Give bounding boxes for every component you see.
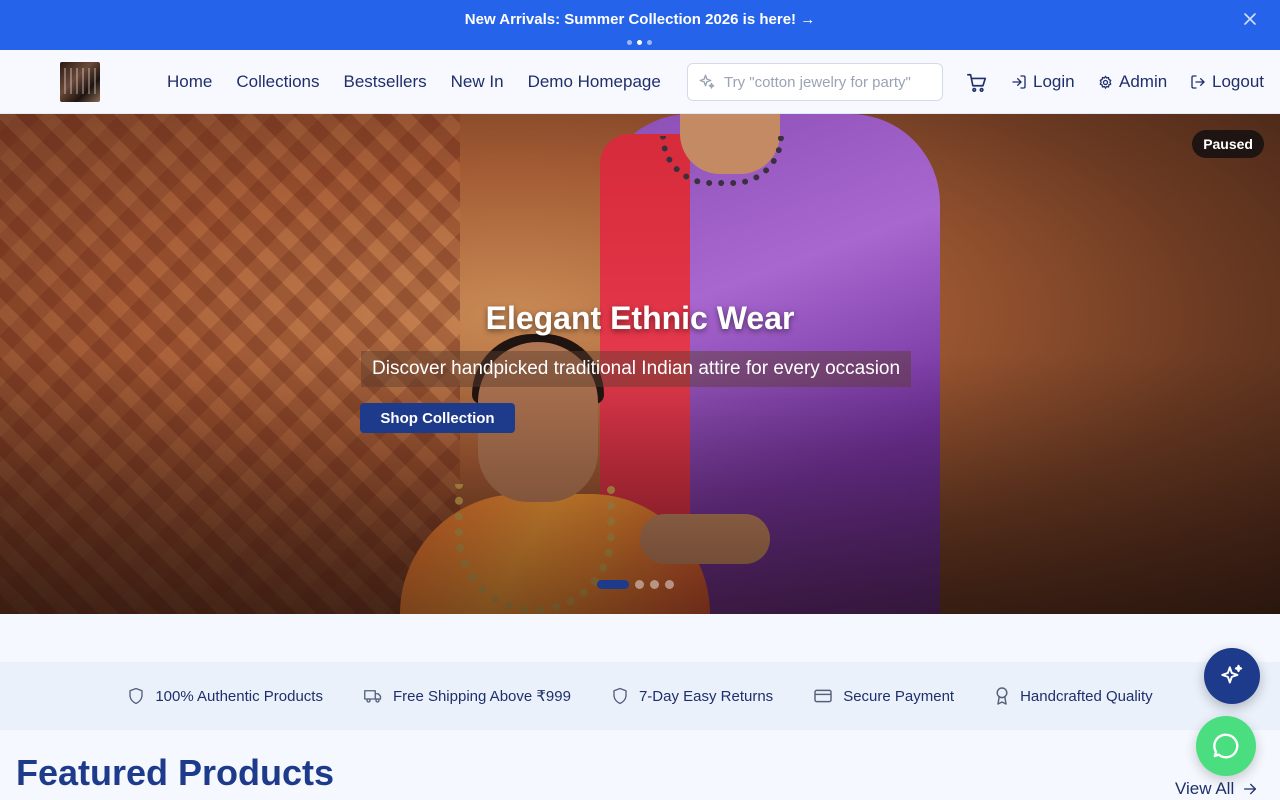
nav-link-collections[interactable]: Collections — [224, 72, 331, 92]
view-all-link[interactable]: View All — [1175, 779, 1258, 799]
announcement-dot[interactable] — [647, 40, 652, 45]
cart-icon[interactable] — [966, 72, 988, 94]
announcement-dot[interactable] — [627, 40, 632, 45]
hero-title: Elegant Ethnic Wear — [485, 300, 795, 336]
credit-card-icon — [814, 689, 832, 703]
ai-assistant-button[interactable] — [1204, 648, 1260, 704]
nav-link-demo-homepage[interactable]: Demo Homepage — [516, 72, 673, 92]
hero-carousel: Elegant Ethnic Wear Discover handpicked … — [0, 114, 1280, 614]
trust-item-authentic: 100% Authentic Products — [127, 686, 323, 706]
truck-icon — [364, 690, 382, 703]
search-box[interactable] — [687, 63, 943, 101]
admin-button[interactable]: Admin — [1098, 50, 1167, 114]
arrow-right-icon — [1244, 783, 1257, 795]
hero-shade — [0, 354, 1280, 614]
slide-dot[interactable] — [650, 580, 659, 589]
logout-label: Logout — [1212, 72, 1264, 91]
sparkles-icon — [699, 74, 715, 89]
trust-item-handcrafted: Handcrafted Quality — [994, 686, 1153, 706]
shield-icon — [129, 687, 144, 705]
trust-item-payment: Secure Payment — [813, 688, 954, 705]
login-icon — [1012, 75, 1026, 89]
announcement-dot-active[interactable] — [637, 40, 642, 45]
shield-icon — [613, 687, 627, 705]
logout-button[interactable]: Logout — [1190, 50, 1264, 114]
featured-products-title: Featured Products — [16, 752, 335, 793]
nav-link-home[interactable]: Home — [155, 72, 224, 92]
slide-indicators — [597, 580, 674, 589]
login-button[interactable]: Login — [1011, 50, 1075, 114]
trust-label: Handcrafted Quality — [1020, 687, 1153, 705]
hero-subtitle: Discover handpicked traditional Indian a… — [361, 351, 912, 387]
sparkles-icon — [1221, 664, 1243, 684]
main-nav: Home Collections Bestsellers New In Demo… — [0, 50, 1280, 114]
chat-bubble-icon — [1213, 733, 1239, 759]
trust-item-shipping: Free Shipping Above ₹999 — [363, 687, 571, 705]
nav-links: Home Collections Bestsellers New In Demo… — [155, 50, 673, 114]
store-logo[interactable] — [60, 62, 100, 102]
view-all-label: View All — [1175, 779, 1235, 798]
announcement-text[interactable]: New Arrivals: Summer Collection 2026 is … — [0, 11, 1280, 28]
slide-dot[interactable] — [665, 580, 674, 589]
announcement-dots — [627, 40, 652, 45]
shop-collection-button[interactable]: Shop Collection — [360, 403, 515, 433]
whatsapp-chat-button[interactable] — [1196, 716, 1256, 776]
trust-label: 7-Day Easy Returns — [638, 687, 774, 705]
search-input[interactable] — [724, 73, 934, 91]
nav-link-bestsellers[interactable]: Bestsellers — [332, 72, 439, 92]
close-icon[interactable] — [1242, 11, 1258, 27]
trust-item-returns: 7-Day Easy Returns — [611, 686, 773, 706]
logout-icon — [1191, 75, 1205, 89]
slide-dot[interactable] — [635, 580, 644, 589]
trust-bar: 100% Authentic Products Free Shipping Ab… — [0, 662, 1280, 730]
slide-dot-active[interactable] — [597, 580, 629, 589]
announcement-bar: New Arrivals: Summer Collection 2026 is … — [0, 0, 1280, 50]
gear-icon — [1099, 75, 1112, 89]
login-label: Login — [1033, 72, 1075, 91]
admin-label: Admin — [1119, 72, 1168, 91]
award-icon — [996, 687, 1008, 705]
trust-label: Free Shipping Above ₹999 — [392, 688, 571, 705]
trust-label: Secure Payment — [843, 687, 955, 705]
nav-link-new-in[interactable]: New In — [439, 72, 516, 92]
carousel-status-badge[interactable]: Paused — [1192, 130, 1264, 158]
trust-label: 100% Authentic Products — [155, 687, 323, 705]
